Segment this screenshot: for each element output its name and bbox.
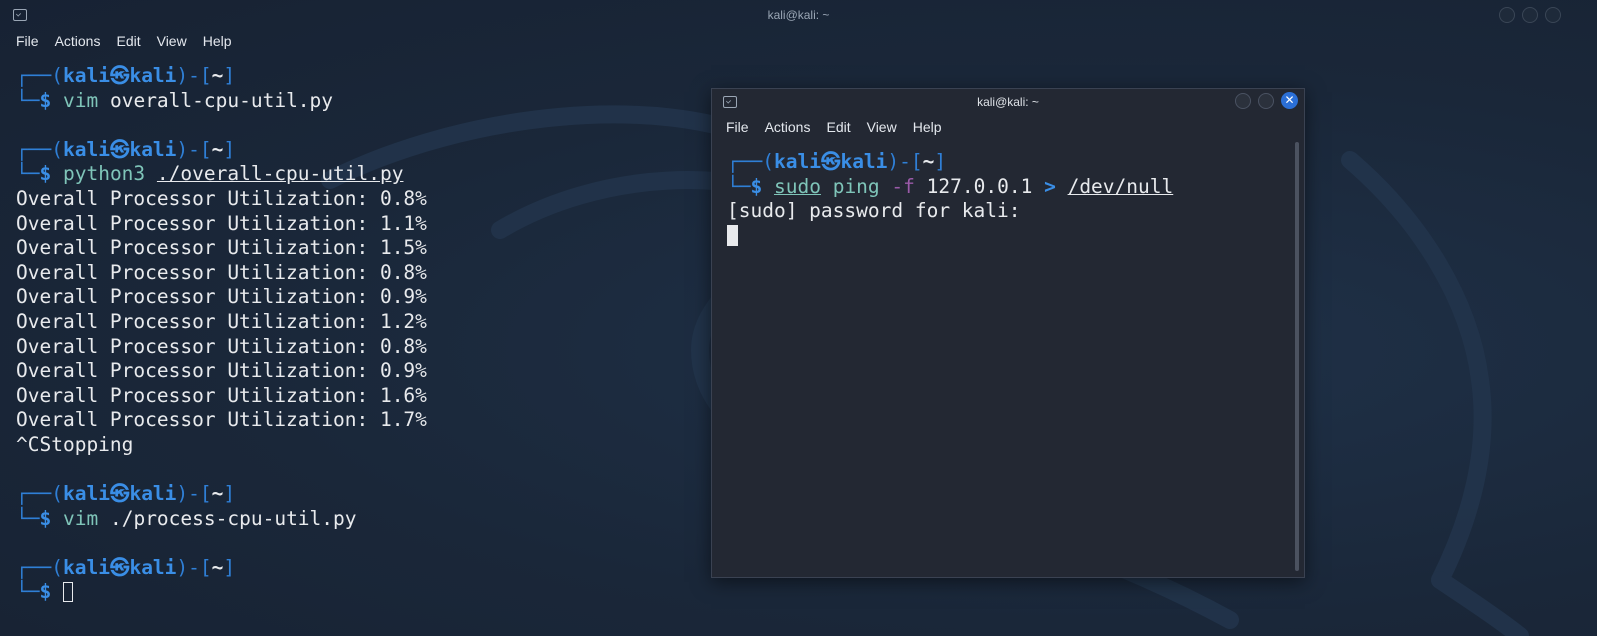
command-args: overall-cpu-util.py [109, 88, 334, 112]
command-exe: vim [62, 506, 99, 530]
text-cursor [727, 224, 738, 246]
minimize-button[interactable] [1499, 7, 1515, 23]
main-window-title: kali@kali: ~ [767, 8, 830, 22]
terminal-app-icon [723, 96, 737, 108]
menu-file[interactable]: File [8, 33, 47, 49]
interrupt-line: ^CStopping [16, 432, 134, 456]
second-terminal-content[interactable]: ┌──(kali㉿kali)-[~] └─$ sudo ping -f 127.… [712, 141, 1294, 577]
second-terminal-output[interactable]: ┌──(kali㉿kali)-[~] └─$ sudo ping -f 127.… [727, 150, 1173, 248]
output-line: Overall Processor Utilization: [16, 309, 380, 333]
output-line: Overall Processor Utilization: [16, 285, 380, 309]
output-line: Overall Processor Utilization: [16, 408, 380, 432]
command-exe: python3 [62, 162, 146, 186]
redirect-path: /dev/null [1067, 174, 1174, 198]
menu-help[interactable]: Help [905, 119, 950, 135]
second-window-title: kali@kali: ~ [977, 95, 1039, 109]
maximize-button[interactable] [1258, 93, 1274, 109]
second-terminal-window[interactable]: kali@kali: ~ ✕ File Actions Edit View He… [711, 88, 1305, 578]
command-exe: vim [62, 88, 99, 112]
main-terminal-output[interactable]: ┌──(kali㉿kali)-[~] └─$ vim overall-cpu-u… [16, 64, 427, 605]
command-args: ./overall-cpu-util.py [156, 162, 404, 186]
output-line: Overall Processor Utilization: [16, 260, 380, 284]
menu-view[interactable]: View [859, 119, 905, 135]
main-menubar: File Actions Edit View Help [8, 33, 240, 49]
close-icon[interactable]: ✕ [1281, 92, 1298, 109]
output-line: Overall Processor Utilization: [16, 236, 380, 260]
second-menubar: File Actions Edit View Help [718, 119, 950, 135]
output-line: Overall Processor Utilization: [16, 383, 380, 407]
menu-actions[interactable]: Actions [757, 119, 819, 135]
command-target: 127.0.0.1 [926, 174, 1033, 198]
text-cursor [62, 582, 73, 603]
menu-view[interactable]: View [149, 33, 195, 49]
output-line: Overall Processor Utilization: [16, 211, 380, 235]
close-button[interactable] [1545, 7, 1561, 23]
menu-actions[interactable]: Actions [47, 33, 109, 49]
scrollbar[interactable] [1295, 142, 1299, 571]
minimize-button[interactable] [1235, 93, 1251, 109]
command-args: ./process-cpu-util.py [109, 506, 357, 530]
sudo-keyword: sudo [773, 174, 821, 198]
main-window-titlebar[interactable]: kali@kali: ~ [0, 0, 1597, 30]
second-window-titlebar[interactable]: kali@kali: ~ ✕ [712, 89, 1304, 115]
password-prompt: [sudo] password for kali: [727, 199, 1021, 223]
terminal-app-icon [13, 9, 27, 21]
redirect-operator: > [1044, 174, 1056, 198]
command-flag: -f [891, 174, 915, 198]
menu-edit[interactable]: Edit [108, 33, 148, 49]
menu-file[interactable]: File [718, 119, 757, 135]
maximize-button[interactable] [1522, 7, 1538, 23]
output-line: Overall Processor Utilization: [16, 186, 380, 210]
command-exe: ping [832, 174, 880, 198]
menu-edit[interactable]: Edit [818, 119, 858, 135]
output-line: Overall Processor Utilization: [16, 359, 380, 383]
output-line: Overall Processor Utilization: [16, 334, 380, 358]
menu-help[interactable]: Help [195, 33, 240, 49]
